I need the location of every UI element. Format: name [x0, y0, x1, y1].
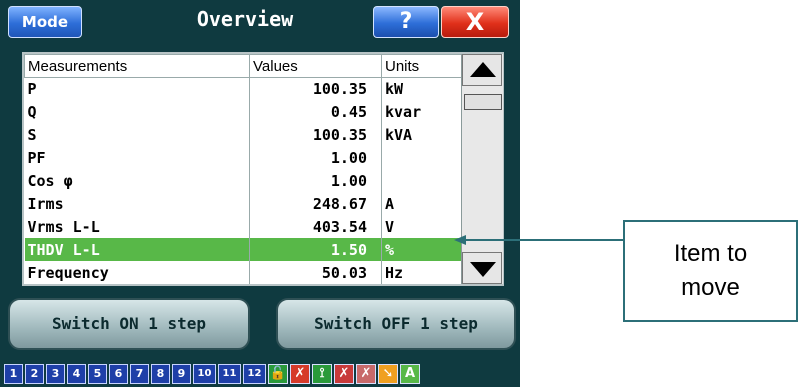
callout-connector [454, 235, 623, 245]
callout-line-1: Item to [673, 240, 748, 267]
callout-line-2: move [681, 274, 740, 301]
callout-text: Item to move [674, 237, 747, 305]
callout-box: Item to move [623, 220, 798, 322]
callout-arrow-icon [454, 235, 466, 245]
